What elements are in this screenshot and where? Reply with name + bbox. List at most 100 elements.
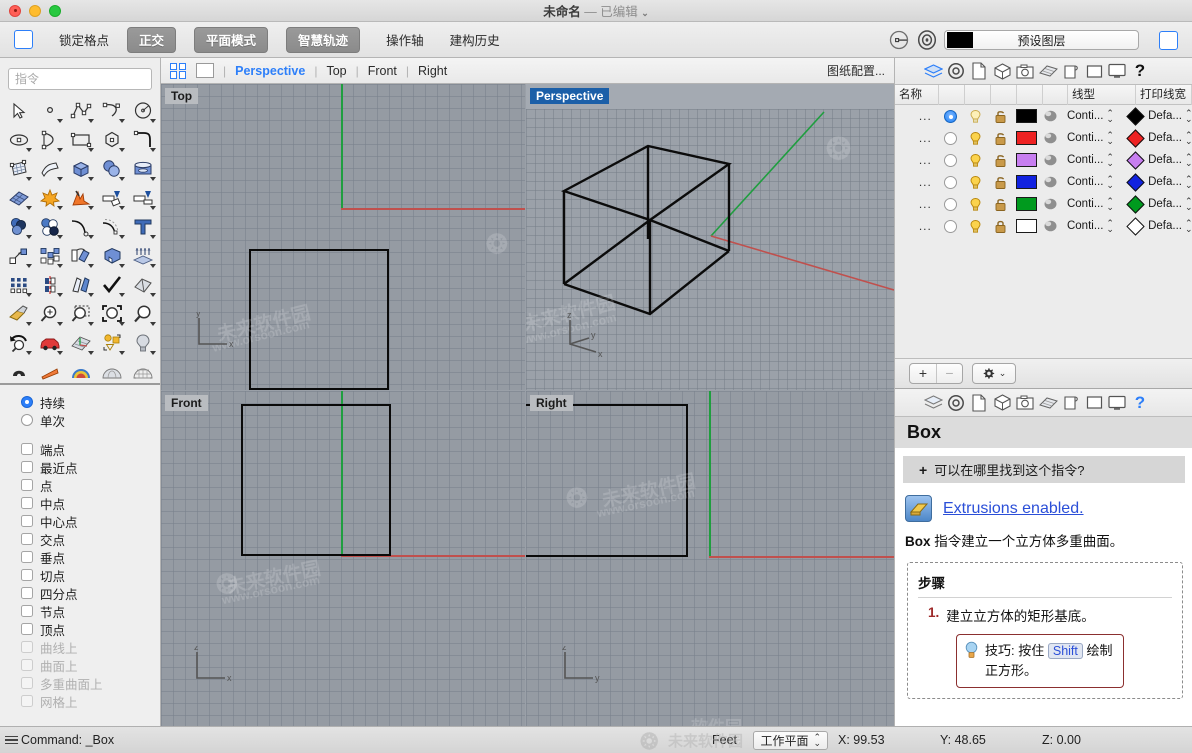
polygon-icon[interactable] — [96, 125, 127, 154]
ellipse-icon[interactable] — [3, 125, 34, 154]
table-row[interactable]: ... Conti... ⌃ ⌄ Defa... ⌃ ⌄ — [895, 171, 1192, 193]
osnap-item-end[interactable]: 端点 — [0, 440, 160, 458]
table-row[interactable]: ... Conti... ⌃ ⌄ Defa... ⌃ ⌄ — [895, 127, 1192, 149]
page-icon[interactable] — [969, 393, 989, 413]
print-color-diamond-icon[interactable] — [1126, 150, 1145, 170]
history-toggle[interactable]: 建构历史 — [450, 30, 500, 49]
checkbox-icon[interactable] — [21, 641, 33, 653]
extrusions-enabled-link[interactable]: Extrusions enabled. — [943, 500, 1084, 518]
tab-perspective[interactable]: Perspective — [235, 64, 305, 78]
layer-linetype[interactable]: Conti... — [1067, 220, 1103, 232]
osnap-item-quad[interactable]: 四分点 — [0, 584, 160, 602]
osnap-item-onsurface[interactable]: 曲面上 — [0, 656, 160, 674]
layer-name[interactable]: ... — [895, 149, 938, 171]
lightbulb-icon[interactable] — [968, 219, 983, 234]
extrude-up-icon[interactable] — [127, 241, 158, 270]
layer-printwidth[interactable]: Defa... — [1148, 198, 1182, 210]
current-layer-radio-icon[interactable] — [943, 109, 957, 123]
lightbulb-icon[interactable] — [968, 197, 983, 212]
layer-linetype[interactable]: Conti... — [1067, 176, 1103, 188]
car-icon[interactable] — [34, 328, 65, 357]
color-wheel-icon[interactable] — [65, 357, 96, 386]
array-icon[interactable] — [3, 270, 34, 299]
current-layer-radio-icon[interactable] — [943, 219, 957, 233]
mirror-icon[interactable] — [34, 270, 65, 299]
stepper-icon[interactable]: ⌃ ⌄ — [1185, 109, 1192, 124]
osnap-point-icon[interactable] — [888, 29, 910, 51]
table-row[interactable]: ... Conti... ⌃ ⌄ Defa... ⌃ ⌄ — [895, 149, 1192, 171]
check-icon[interactable] — [96, 270, 127, 299]
layer-name[interactable]: ... — [895, 193, 938, 215]
print-color-diamond-icon[interactable] — [1126, 128, 1145, 148]
table-row[interactable]: ... Conti... ⌃ ⌄ Defa... ⌃ ⌄ — [895, 105, 1192, 127]
stepper-icon[interactable]: ⌃ ⌄ — [1106, 153, 1114, 168]
checkbox-icon[interactable] — [21, 587, 33, 599]
page-icon[interactable] — [969, 61, 989, 81]
paint-bucket-icon[interactable] — [3, 299, 34, 328]
object-cube-icon[interactable] — [992, 61, 1012, 81]
radio-icon-onetime[interactable] — [21, 414, 33, 426]
layer-color-swatch[interactable] — [1015, 153, 1037, 167]
copy-icon[interactable] — [34, 241, 65, 270]
remove-layer-button[interactable]: − — [936, 364, 962, 383]
zoom-icon[interactable] — [127, 299, 158, 328]
viewport-label-perspective[interactable]: Perspective — [530, 88, 610, 104]
help-question-icon[interactable]: ? — [1130, 393, 1150, 413]
osnap-mode-onetime[interactable]: 单次 — [0, 411, 160, 429]
help-question-icon[interactable]: ? — [1130, 61, 1150, 81]
layer-name[interactable]: ... — [895, 127, 938, 149]
print-color-diamond-icon[interactable] — [1126, 216, 1145, 236]
trim-icon[interactable] — [96, 183, 127, 212]
gumball-toggle[interactable]: 操作轴 — [386, 30, 424, 49]
layer-linetype[interactable]: Conti... — [1067, 132, 1103, 144]
box-wireframe-front[interactable] — [241, 404, 391, 556]
tab-top[interactable]: Top — [326, 64, 346, 78]
sphere-boolean-icon[interactable] — [96, 154, 127, 183]
cylinder-icon[interactable] — [127, 154, 158, 183]
display-monitor-icon[interactable] — [1107, 393, 1127, 413]
stepper-icon[interactable]: ⌃ ⌄ — [1106, 175, 1114, 190]
layer-printwidth[interactable]: Defa... — [1148, 176, 1182, 188]
osnap-item-oncurve[interactable]: 曲线上 — [0, 638, 160, 656]
surface-from-points-icon[interactable] — [3, 154, 34, 183]
fillet-curve-icon[interactable] — [127, 125, 158, 154]
chevron-down-icon[interactable]: ⌄ — [641, 8, 649, 18]
layer-printwidth[interactable]: Defa... — [1148, 154, 1182, 166]
cplane-grid-icon[interactable] — [1038, 61, 1058, 81]
ortho-toggle[interactable]: 正交 — [127, 26, 177, 53]
scale-icon[interactable] — [65, 270, 96, 299]
checkbox-icon[interactable] — [21, 569, 33, 581]
table-row[interactable]: ... Conti... ⌃ ⌄ Defa... ⌃ ⌄ — [895, 215, 1192, 237]
osnap-item-vertex[interactable]: 顶点 — [0, 620, 160, 638]
layer-name[interactable]: ... — [895, 171, 938, 193]
osnap-item-int[interactable]: 交点 — [0, 530, 160, 548]
dome-shading-icon[interactable] — [96, 357, 127, 386]
extend-curve-icon[interactable] — [65, 212, 96, 241]
viewport-perspective[interactable]: ❂ 未来软件园 www.orsoon.com z y x Perspective — [526, 84, 894, 390]
arc-icon[interactable] — [34, 125, 65, 154]
add-layer-button[interactable]: + — [910, 364, 936, 383]
explode-icon[interactable] — [65, 183, 96, 212]
box-wireframe-right[interactable] — [526, 404, 688, 557]
checkbox-icon[interactable] — [21, 623, 33, 635]
polyline-icon[interactable] — [65, 96, 96, 125]
box-edit-icon[interactable] — [96, 241, 127, 270]
material-sphere-icon[interactable] — [1043, 175, 1058, 189]
light-bulb-icon[interactable] — [127, 328, 158, 357]
boolean-difference-icon[interactable] — [34, 212, 65, 241]
layer-printwidth[interactable]: Defa... — [1148, 220, 1182, 232]
checkbox-icon[interactable] — [21, 677, 33, 689]
layer-color-swatch[interactable] — [1015, 131, 1037, 145]
properties-icon[interactable] — [946, 61, 966, 81]
zoom-window-icon[interactable] — [65, 299, 96, 328]
cplane-icon[interactable] — [65, 328, 96, 357]
record-target-icon[interactable] — [916, 29, 938, 51]
loft-surface-icon[interactable] — [34, 154, 65, 183]
camera-icon[interactable] — [1015, 393, 1035, 413]
checkbox-icon[interactable] — [21, 479, 33, 491]
osnap-item-knot[interactable]: 节点 — [0, 602, 160, 620]
smarttrack-toggle[interactable]: 智慧轨迹 — [286, 26, 361, 53]
scroll-icon[interactable] — [1061, 61, 1081, 81]
unlock-icon[interactable] — [993, 131, 1008, 146]
viewport-label-front[interactable]: Front — [165, 395, 208, 411]
